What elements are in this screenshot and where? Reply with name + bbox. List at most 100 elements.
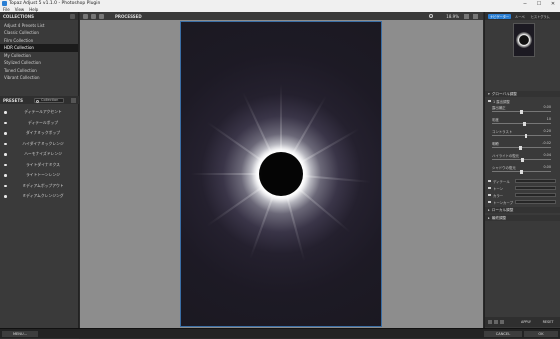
undo-icon[interactable] [488, 320, 492, 324]
checkbox-icon[interactable] [488, 186, 491, 189]
preset-filter-select[interactable]: Collection [34, 97, 64, 103]
preset-item[interactable]: ミディアムポップアウト [0, 181, 79, 192]
preset-item[interactable]: ダイナミックポップ [0, 128, 79, 139]
collection-item[interactable]: Toned Collection [0, 67, 78, 75]
collection-item[interactable]: Film Collection [0, 37, 78, 45]
preset-dot-icon [4, 184, 7, 187]
checkbox-icon[interactable] [488, 200, 491, 203]
history-icon[interactable] [500, 320, 504, 324]
slider-thumb[interactable] [520, 109, 523, 114]
exposure-group-toggle[interactable]: 1 露出調整 [485, 98, 560, 104]
view-mode-label: PROCESSED [115, 13, 142, 19]
collection-item[interactable]: Classic Collection [0, 29, 78, 37]
right-panel: ナビゲーター ルーペ ヒストグラム ▾ グローバル調整 1 露出調整 露出補正 0… [484, 12, 560, 328]
tab-histogram[interactable]: ヒストグラム [529, 14, 552, 19]
collections-options-icon[interactable] [70, 13, 75, 19]
collection-item[interactable]: Stylized Collection [0, 59, 78, 67]
section-title: 最終調整 [491, 215, 507, 220]
ok-button[interactable]: OK [524, 331, 558, 337]
slider-label: シャドウの復元 [492, 166, 516, 170]
pan-icon[interactable] [464, 13, 469, 19]
collections-list: Adjust 4 Presets List Classic Collection… [0, 20, 78, 82]
side-by-side-icon[interactable] [99, 13, 104, 19]
presets-header: PRESETS Collection [0, 96, 79, 104]
slider-thumb[interactable] [524, 133, 528, 138]
group-label: カラー [493, 193, 504, 198]
app-icon [2, 1, 7, 6]
adjustment-slider[interactable]: ハイライトの復元 0.04 [485, 153, 560, 164]
checkbox-icon[interactable] [488, 179, 491, 182]
thumbnail-eclipse [516, 32, 532, 48]
adjustment-slider[interactable]: 明瞭 -0.02 [485, 141, 560, 152]
collection-item[interactable]: My Collection [0, 52, 78, 60]
tone-curve-group[interactable]: トーンカーブ [485, 199, 560, 205]
reset-button[interactable]: RESET [539, 320, 557, 325]
slider-thumb[interactable] [523, 121, 526, 126]
preset-item[interactable]: ディテールアクセント [0, 107, 79, 118]
group-bar [515, 200, 556, 204]
preset-item[interactable]: ライトダイナミクス [0, 160, 79, 171]
chevron-right-icon: ▸ [488, 216, 490, 220]
tab-loupe[interactable]: ルーペ [513, 14, 527, 19]
preset-dot-icon [4, 195, 7, 198]
minimize-button[interactable]: ─ [518, 0, 532, 7]
slider-label: ハイライトの復元 [492, 154, 520, 158]
collection-item-selected[interactable]: HDR Collection [0, 44, 78, 52]
close-window-button[interactable]: ✕ [546, 0, 560, 7]
adjustment-slider[interactable]: 露出補正 0.00 [485, 105, 560, 116]
group-bar [515, 186, 556, 190]
preset-label: ハイダイナミックレンジ [22, 140, 64, 146]
section-finishing[interactable]: ▸ 最終調整 [485, 215, 560, 221]
tone-group[interactable]: トーン [485, 185, 560, 191]
group-label: ディテール [493, 179, 510, 184]
eclipse-photo[interactable] [180, 21, 382, 327]
preset-item[interactable]: ミディアムクレンジング [0, 191, 79, 202]
preset-item[interactable]: ハイダイナミックレンジ [0, 139, 79, 150]
tab-navigator[interactable]: ナビゲーター [488, 13, 512, 19]
checkbox-icon[interactable] [488, 193, 491, 196]
split-view-icon[interactable] [91, 13, 96, 19]
zoom-icon[interactable] [429, 14, 433, 18]
grid-view-icon[interactable] [71, 97, 76, 103]
preset-item[interactable]: ハーモナイズドレンジ [0, 149, 79, 160]
redo-icon[interactable] [494, 320, 498, 324]
right-tabs: ナビゲーター ルーペ ヒストグラム [485, 12, 560, 20]
slider-value[interactable]: 0.00 [543, 165, 551, 169]
slider-track[interactable] [492, 123, 551, 124]
fullscreen-icon[interactable] [473, 13, 478, 19]
slider-value[interactable]: 0.00 [543, 105, 551, 109]
group-bar [515, 193, 556, 197]
adjustment-slider[interactable]: 彩度 10 [485, 117, 560, 128]
collections-header: COLLECTIONS [0, 12, 78, 20]
image-canvas[interactable] [80, 20, 483, 328]
collections-title: COLLECTIONS [3, 13, 34, 19]
navigator-thumbnail[interactable] [513, 23, 535, 57]
adjustment-slider[interactable]: コントラスト 0.20 [485, 129, 560, 140]
cancel-button[interactable]: CANCEL [484, 331, 522, 337]
single-view-icon[interactable] [83, 13, 88, 19]
slider-thumb[interactable] [520, 169, 523, 174]
slider-thumb[interactable] [519, 145, 522, 150]
collection-item[interactable]: Adjust 4 Presets List [0, 22, 78, 30]
preset-dot-icon [4, 142, 7, 145]
detail-group[interactable]: ディテール [485, 178, 560, 184]
collection-item[interactable]: Vibrant Collection [0, 74, 78, 82]
section-global-adjustments[interactable]: ▾ グローバル調整 [485, 91, 560, 97]
preset-item[interactable]: ディテールポップ [0, 118, 79, 129]
preset-item[interactable]: ライトトーンレンジ [0, 170, 79, 181]
slider-value[interactable]: -0.02 [542, 141, 551, 145]
section-local-adjustments[interactable]: ▸ ローカル調整 [485, 207, 560, 213]
color-group[interactable]: カラー [485, 192, 560, 198]
slider-thumb[interactable] [521, 157, 524, 162]
zoom-level[interactable]: 18.9% [446, 14, 459, 19]
slider-value[interactable]: 0.04 [543, 153, 551, 157]
menu-button[interactable]: MENU... [2, 331, 38, 337]
checkbox-icon[interactable] [488, 99, 491, 102]
slider-value[interactable]: 10 [547, 117, 551, 121]
adjustment-slider[interactable]: シャドウの復元 0.00 [485, 165, 560, 176]
exposure-group-label: 1 露出調整 [493, 99, 510, 104]
slider-value[interactable]: 0.20 [543, 129, 551, 133]
apply-button[interactable]: APPLY [517, 320, 535, 325]
maximize-button[interactable]: ☐ [532, 0, 546, 7]
slider-track[interactable] [492, 135, 551, 136]
